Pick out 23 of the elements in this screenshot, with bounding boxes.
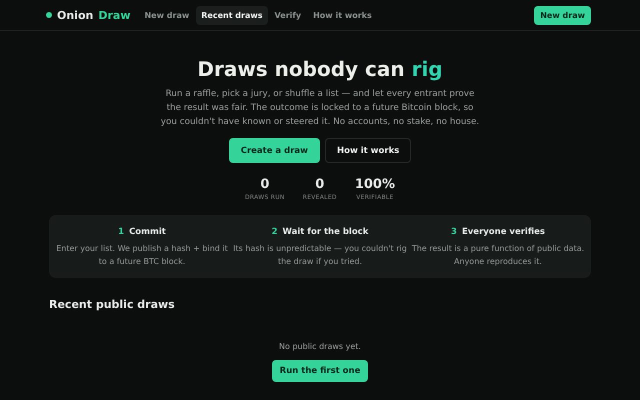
logo-dot-icon	[46, 12, 52, 18]
step-description: Enter your list. We publish a hash + bind it to a future BTC block.	[55, 243, 229, 268]
step-title: 2 Wait for the block	[272, 227, 368, 237]
how-it-works-button[interactable]: How it works	[324, 138, 412, 163]
stat-value: 100%	[354, 177, 396, 192]
nav-link[interactable]: Recent draws	[196, 6, 268, 24]
stat-value: 0	[260, 177, 270, 192]
step-title: 1 Commit	[118, 227, 166, 237]
hero-title: Draws nobody can rig	[197, 57, 443, 81]
stat-value: 0	[315, 177, 324, 192]
nav-link[interactable]: New draw	[139, 6, 194, 24]
create-draw-button[interactable]: Create a draw	[228, 138, 320, 163]
section-heading: Recent public draws	[49, 298, 175, 311]
brand-logo[interactable]: Onion Draw	[57, 8, 130, 22]
new-draw-button[interactable]: New draw	[534, 6, 591, 24]
hero-description: Run a raffle, pick a jury, or shuffle a list — and let every entrant prove the result was fair. The outcome is locked to a future Bitcoin block, so you couldn't have known or steered it. No accounts, no stake, no house.	[160, 88, 480, 129]
step-description: Its hash is unpredictable — you couldn't rig the draw if you tried.	[233, 243, 407, 268]
run-first-button[interactable]: Run the first one	[272, 360, 368, 382]
step-description: The result is a pure function of public data. Anyone reproduces it.	[411, 243, 585, 268]
empty-message: No public draws yet.	[279, 342, 361, 351]
nav-link[interactable]: Verify	[270, 6, 306, 24]
nav-link[interactable]: How it works	[308, 6, 377, 24]
step-title: 3 Everyone verifies	[451, 227, 545, 237]
